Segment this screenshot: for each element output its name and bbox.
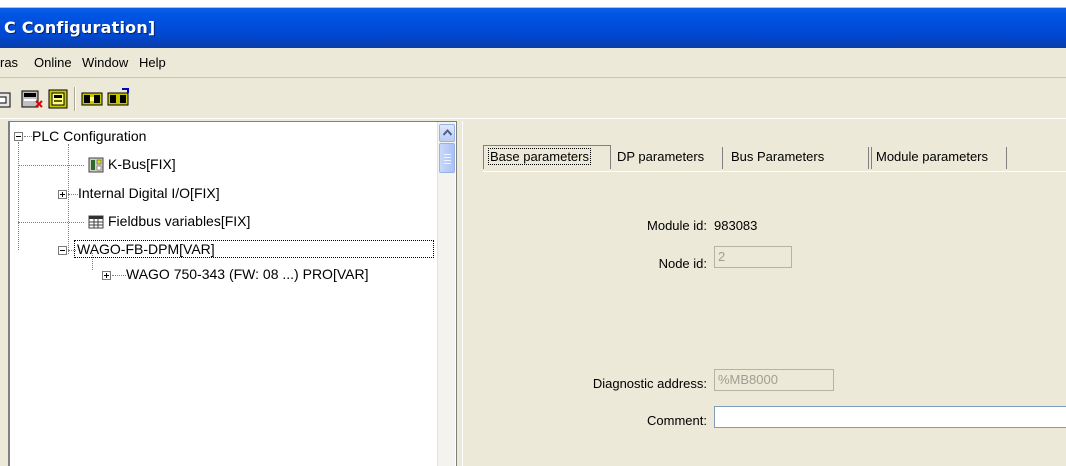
node-id-label: Node id:	[658, 256, 707, 271]
module-id-value: 983083	[714, 218, 758, 233]
title-bar[interactable]: C Configuration]	[0, 8, 1066, 48]
window-title: C Configuration]	[4, 18, 156, 37]
properties-panel: Base parameters DP parameters Bus Parame…	[462, 121, 1066, 466]
menu-extras[interactable]: ras	[0, 55, 18, 70]
tree-root-plc-configuration[interactable]: PLC Configuration	[32, 128, 146, 144]
tab-bus-parameters[interactable]: Bus Parameters	[727, 147, 869, 169]
comment-field[interactable]	[714, 406, 1066, 428]
diagnostic-address-field[interactable]: %MB8000	[714, 369, 834, 391]
tab-divider	[483, 171, 1066, 172]
toolbar	[0, 79, 1066, 119]
toolbar-separator	[74, 87, 76, 111]
application-window: C Configuration] ras Online Window Help	[0, 0, 1066, 466]
open-icon[interactable]	[0, 87, 14, 111]
tree-node-wago-750-343[interactable]: WAGO 750-343 (FW: 08 ...) PRO[VAR]	[126, 266, 368, 282]
collapse-wago-fb-dpm-toggle[interactable]	[58, 246, 67, 255]
expand-internal-io-toggle[interactable]	[58, 190, 67, 199]
tree-connector	[112, 275, 126, 276]
menu-window[interactable]: Window	[82, 55, 128, 70]
expand-wago-750-343-toggle[interactable]	[102, 271, 111, 280]
tab-base-parameters[interactable]: Base parameters	[483, 145, 611, 169]
tree-node-wago-fb-dpm[interactable]: WAGO-FB-DPM[VAR]	[74, 240, 434, 258]
table-icon	[88, 214, 104, 230]
configuration-tree[interactable]: PLC Configuration K-Bus[FIX] Internal Di…	[8, 121, 456, 466]
comment-label: Comment:	[647, 413, 707, 428]
tree-connector	[18, 222, 84, 223]
tree-node-fieldbus-variables[interactable]: Fieldbus variables[FIX]	[108, 213, 250, 229]
top-strip	[0, 0, 1066, 8]
properties-icon[interactable]	[46, 87, 70, 111]
scroll-up-button[interactable]	[439, 124, 455, 142]
delete-module-icon[interactable]	[20, 87, 44, 111]
compile-icon[interactable]	[80, 87, 104, 111]
menu-bar: ras Online Window Help	[0, 48, 1066, 78]
menu-online[interactable]: Online	[34, 55, 72, 70]
tree-connector	[68, 144, 69, 254]
tab-dp-parameters[interactable]: DP parameters	[613, 147, 723, 169]
menu-help[interactable]: Help	[139, 55, 166, 70]
tree-connector	[24, 136, 32, 137]
diagnostic-address-label: Diagnostic address:	[592, 376, 707, 391]
tree-connector	[18, 165, 84, 166]
tab-module-parameters[interactable]: Module parameters	[871, 147, 1007, 169]
tree-scrollbar[interactable]	[437, 122, 455, 466]
module-icon	[88, 157, 104, 173]
tree-connector	[18, 142, 19, 250]
tree-node-internal-digital-io[interactable]: Internal Digital I/O[FIX]	[78, 185, 220, 201]
node-id-field[interactable]: 2	[714, 246, 792, 268]
chevron-up-icon	[443, 129, 452, 136]
collapse-root-toggle[interactable]	[14, 132, 23, 141]
tree-connector	[68, 194, 78, 195]
module-id-label: Module id:	[647, 218, 707, 233]
download-icon[interactable]	[106, 87, 130, 111]
scroll-thumb[interactable]	[439, 143, 455, 173]
tree-node-k-bus[interactable]: K-Bus[FIX]	[108, 156, 176, 172]
